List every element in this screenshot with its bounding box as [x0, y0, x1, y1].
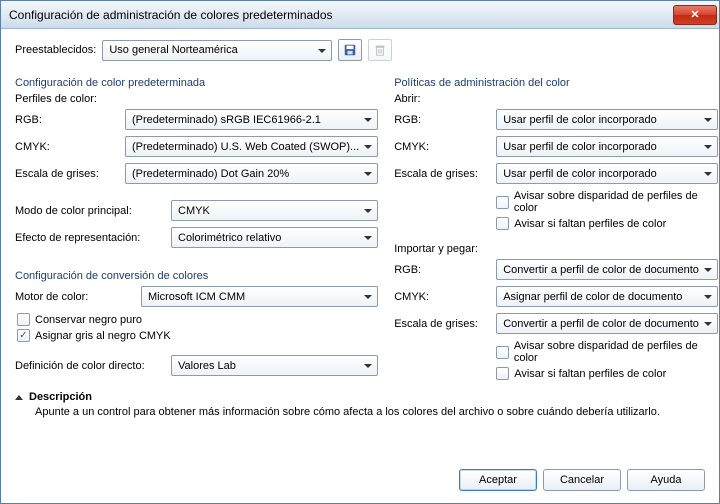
close-icon: ✕ — [690, 8, 699, 21]
open-warn-missing-label: Avisar si faltan perfiles de color — [514, 218, 666, 230]
open-label: Abrir: — [394, 93, 718, 105]
close-button[interactable]: ✕ — [673, 5, 717, 25]
content-area: Preestablecidos: Uso general Norteaméric… — [1, 29, 719, 459]
right-column: Políticas de administración del color Ab… — [394, 71, 718, 383]
columns: Configuración de color predeterminada Pe… — [15, 71, 705, 383]
rgb-dropdown[interactable]: (Predeterminado) sRGB IEC61966-2.1 — [125, 109, 378, 130]
import-gray-label: Escala de grises: — [394, 318, 490, 330]
open-warn-mismatch-label: Avisar sobre disparidad de perfiles de c… — [514, 190, 718, 214]
save-icon — [343, 43, 357, 57]
preset-dropdown[interactable]: Uso general Norteamérica — [102, 40, 332, 61]
titlebar: Configuración de administración de color… — [1, 1, 719, 29]
rgb-label: RGB: — [15, 114, 119, 126]
import-cmyk-label: CMYK: — [394, 291, 490, 303]
window-title: Configuración de administración de color… — [9, 8, 673, 22]
engine-dropdown[interactable]: Microsoft ICM CMM — [141, 286, 378, 307]
ok-button[interactable]: Aceptar — [459, 469, 537, 491]
preset-row: Preestablecidos: Uso general Norteaméric… — [15, 39, 705, 61]
map-gray-checkbox[interactable] — [17, 329, 30, 342]
preset-value: Uso general Norteamérica — [109, 44, 327, 56]
open-gray-dropdown[interactable]: Usar perfil de color incorporado — [496, 163, 718, 184]
cmyk-dropdown[interactable]: (Predeterminado) U.S. Web Coated (SWOP).… — [125, 136, 378, 157]
open-rgb-dropdown[interactable]: Usar perfil de color incorporado — [496, 109, 718, 130]
delete-preset-button — [368, 39, 392, 61]
import-gray-dropdown[interactable]: Convertir a perfil de color de documento — [496, 313, 718, 334]
help-button[interactable]: Ayuda — [627, 469, 705, 491]
preserve-black-checkbox[interactable] — [17, 313, 30, 326]
intent-label: Efecto de representación: — [15, 232, 165, 244]
map-gray-label: Asignar gris al negro CMYK — [35, 330, 171, 342]
open-cmyk-dropdown[interactable]: Usar perfil de color incorporado — [496, 136, 718, 157]
right-group-title: Políticas de administración del color — [394, 77, 718, 89]
mode-label: Modo de color principal: — [15, 205, 165, 217]
import-rgb-label: RGB: — [394, 264, 490, 276]
open-gray-label: Escala de grises: — [394, 168, 490, 180]
engine-label: Motor de color: — [15, 291, 135, 303]
description-title: Descripción — [29, 391, 92, 403]
cmyk-label: CMYK: — [15, 141, 119, 153]
preset-label: Preestablecidos: — [15, 44, 96, 56]
import-warn-missing-checkbox[interactable] — [496, 367, 509, 380]
import-warn-mismatch-checkbox[interactable] — [496, 346, 509, 359]
trash-icon — [373, 43, 387, 57]
gray-label: Escala de grises: — [15, 168, 119, 180]
import-warn-missing-label: Avisar si faltan perfiles de color — [514, 368, 666, 380]
chevron-up-icon[interactable] — [15, 395, 23, 400]
footer: Aceptar Cancelar Ayuda — [1, 459, 719, 503]
preserve-black-label: Conservar negro puro — [35, 314, 142, 326]
dialog-window: Configuración de administración de color… — [0, 0, 720, 504]
gray-dropdown[interactable]: (Predeterminado) Dot Gain 20% — [125, 163, 378, 184]
conv-group-title: Configuración de conversión de colores — [15, 270, 378, 282]
spot-dropdown[interactable]: Valores Lab — [171, 355, 378, 376]
import-cmyk-dropdown[interactable]: Asignar perfil de color de documento — [496, 286, 718, 307]
intent-dropdown[interactable]: Colorimétrico relativo — [171, 227, 378, 248]
spot-label: Definición de color directo: — [15, 360, 165, 372]
import-label: Importar y pegar: — [394, 243, 718, 255]
open-warn-missing-checkbox[interactable] — [496, 217, 509, 230]
mode-dropdown[interactable]: CMYK — [171, 200, 378, 221]
import-rgb-dropdown[interactable]: Convertir a perfil de color de documento — [496, 259, 718, 280]
left-column: Configuración de color predeterminada Pe… — [15, 71, 378, 383]
description-section: Descripción Apunte a un control para obt… — [15, 391, 705, 418]
open-rgb-label: RGB: — [394, 114, 490, 126]
open-cmyk-label: CMYK: — [394, 141, 490, 153]
description-text: Apunte a un control para obtener más inf… — [35, 406, 705, 418]
save-preset-button[interactable] — [338, 39, 362, 61]
profiles-label: Perfiles de color: — [15, 93, 378, 105]
cancel-button[interactable]: Cancelar — [543, 469, 621, 491]
open-warn-mismatch-checkbox[interactable] — [496, 196, 509, 209]
left-group-title: Configuración de color predeterminada — [15, 77, 378, 89]
import-warn-mismatch-label: Avisar sobre disparidad de perfiles de c… — [514, 340, 718, 364]
